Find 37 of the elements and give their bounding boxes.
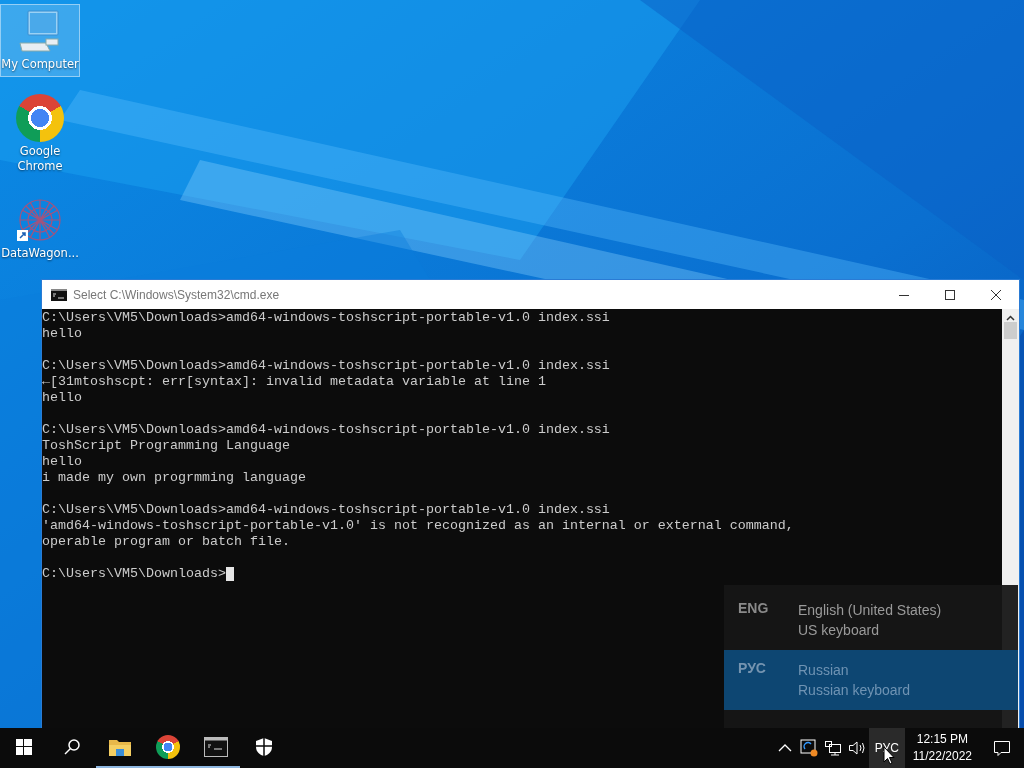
console-line: C:\Users\VM5\Downloads>amd64-windows-toshscript-portable-v1.0 index.ssi bbox=[42, 502, 611, 518]
desktop-icon[interactable]: DataWagon... bbox=[0, 193, 80, 266]
clock[interactable]: 12:15 PM 11/22/2022 bbox=[904, 731, 980, 765]
maximize-icon[interactable] bbox=[945, 289, 955, 300]
desktop-icon[interactable]: My Computer bbox=[0, 4, 80, 77]
notification-icon[interactable] bbox=[993, 739, 1011, 757]
network-icon[interactable] bbox=[823, 740, 842, 756]
language-option[interactable]: ENG English (United States) US keyboard bbox=[724, 590, 1018, 650]
folder-icon[interactable] bbox=[108, 737, 132, 757]
text-cursor bbox=[225, 567, 234, 581]
input-language-button[interactable]: РУС bbox=[868, 728, 905, 768]
windows-logo-icon[interactable] bbox=[16, 739, 32, 755]
terminal-icon bbox=[51, 288, 67, 301]
chrome-icon[interactable] bbox=[156, 735, 180, 759]
console-line: ←[31mtoshscpt: err[syntax]: invalid metadata variable at line 1 bbox=[42, 374, 547, 390]
network-graph-icon bbox=[16, 196, 64, 244]
console-line: 'amd64-windows-toshscript-portable-v1.0' is not recognized as an internal or external command, bbox=[42, 518, 795, 534]
console-line: hello bbox=[42, 390, 83, 406]
close-icon[interactable] bbox=[991, 289, 1001, 300]
console-line: C:\Users\VM5\Downloads>amd64-windows-toshscript-portable-v1.0 index.ssi bbox=[42, 310, 611, 326]
terminal-icon[interactable] bbox=[204, 737, 228, 757]
language-option[interactable]: РУС Russian Russian keyboard bbox=[724, 650, 1018, 710]
speaker-icon[interactable] bbox=[847, 740, 866, 756]
console-line: C:\Users\VM5\Downloads>amd64-windows-toshscript-portable-v1.0 index.ssi bbox=[42, 358, 611, 374]
search-icon[interactable] bbox=[63, 738, 81, 756]
console-line: i made my own progrmming language bbox=[42, 470, 307, 486]
console-line: hello bbox=[42, 326, 83, 342]
window-title: Select C:\Windows\System32\cmd.exe bbox=[73, 287, 280, 302]
chevron-up-icon[interactable] bbox=[777, 744, 792, 752]
console-line: C:\Users\VM5\Downloads>amd64-windows-toshscript-portable-v1.0 index.ssi bbox=[42, 422, 611, 438]
console-line: hello bbox=[42, 454, 83, 470]
console-prompt: C:\Users\VM5\Downloads> bbox=[42, 566, 226, 582]
sync-icon[interactable] bbox=[799, 739, 818, 757]
desktop-icon[interactable]: Google Chrome bbox=[0, 91, 80, 179]
shield-icon[interactable] bbox=[255, 737, 273, 757]
console-line: operable program or batch file. bbox=[42, 534, 291, 550]
console-line: ToshScript Programming Language bbox=[42, 438, 291, 454]
